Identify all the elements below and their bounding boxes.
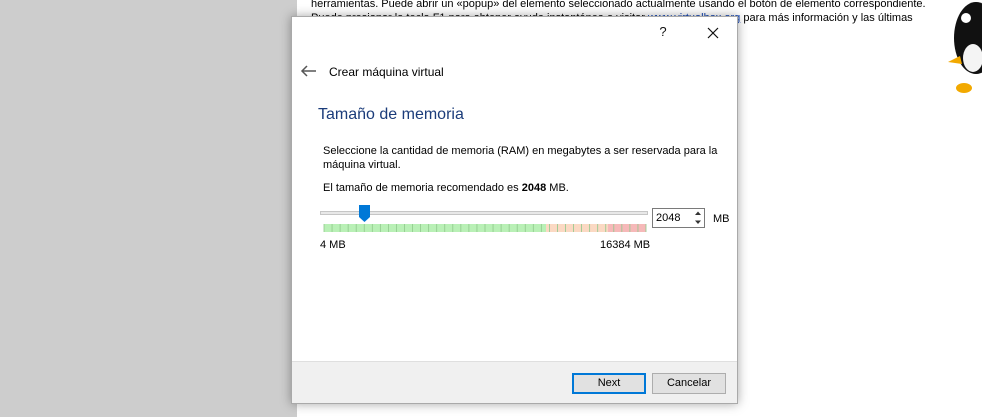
background-desktop [0, 0, 297, 417]
memory-slider[interactable] [320, 205, 648, 233]
cancel-button[interactable]: Cancelar [652, 373, 726, 394]
page-title: Tamaño de memoria [318, 106, 464, 123]
next-button[interactable]: Next [572, 373, 646, 394]
slider-min-label: 4 MB [320, 239, 346, 251]
back-arrow-icon[interactable] [300, 64, 318, 78]
help-button[interactable]: ? [656, 24, 670, 40]
recommend-prefix: El tamaño de memoria recomendado es [323, 182, 519, 194]
memory-spinbox[interactable] [652, 208, 705, 228]
close-icon[interactable] [702, 22, 724, 44]
slider-thumb[interactable] [359, 205, 370, 222]
dialog-titlebar: ? [292, 17, 737, 47]
wizard-title: Crear máquina virtual [329, 65, 444, 79]
slider-max-label: 16384 MB [600, 239, 651, 251]
page-description: Seleccione la cantidad de memoria (RAM) … [323, 145, 718, 171]
mascot-penguin-icon [948, 2, 982, 93]
recommend-value: 2048 [521, 182, 547, 194]
spin-up-icon[interactable] [692, 209, 704, 218]
memory-unit-label: MB [713, 213, 730, 225]
recommended-memory-text: El tamaño de memoria recomendado es 2048… [323, 182, 569, 194]
help-text-suffix: para más información y las últimas [743, 12, 913, 24]
spin-down-icon[interactable] [692, 218, 704, 227]
slider-zone-bar [320, 224, 648, 233]
manager-help-text-line1: herramientas. Puede abrir un «popup» del… [311, 0, 926, 10]
create-vm-dialog: ? Crear máquina virtual Tamaño de memori… [291, 16, 738, 404]
recommend-suffix: MB. [549, 182, 569, 194]
memory-input[interactable] [653, 209, 691, 227]
dialog-footer: Next Cancelar [292, 361, 737, 403]
slider-tick-marks [323, 224, 647, 232]
